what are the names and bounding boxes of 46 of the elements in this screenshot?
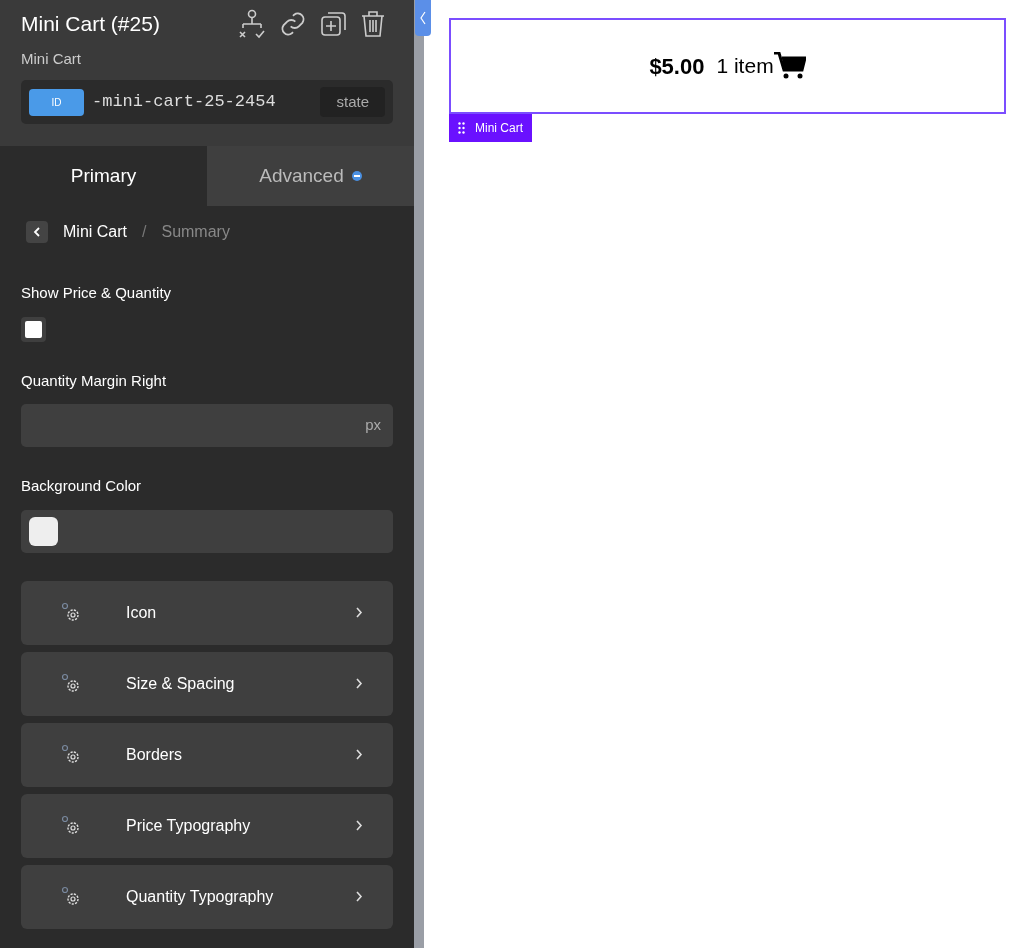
gear-icon <box>61 601 81 624</box>
id-value: -mini-cart-25-2454 <box>92 91 277 114</box>
section-row[interactable]: Size & Spacing <box>21 651 393 716</box>
chevron-right-icon <box>356 607 363 618</box>
gear-icon <box>61 885 81 908</box>
mini-cart-element[interactable]: $5.00 1 item <box>449 18 1006 114</box>
chevron-left-icon <box>33 227 41 237</box>
breadcrumb-link[interactable]: Mini Cart <box>63 220 127 244</box>
field-label: Quantity Margin Right <box>21 370 168 391</box>
color-field[interactable] <box>21 509 393 553</box>
chevron-right-icon <box>356 678 363 689</box>
element-type: Mini Cart <box>21 48 82 69</box>
unit-label: px <box>365 415 381 436</box>
breadcrumb-current: Summary <box>161 222 230 242</box>
cart-price: $5.00 <box>649 52 705 81</box>
id-field[interactable]: ID -mini-cart-25-2454 state <box>21 80 393 124</box>
chevron-right-icon <box>356 891 363 902</box>
section-row[interactable]: Price Typography <box>21 793 393 858</box>
chevron-left-icon <box>420 11 426 25</box>
trash-icon[interactable] <box>361 9 385 38</box>
checkbox[interactable] <box>21 316 46 342</box>
drag-handle-icon <box>458 122 465 134</box>
gear-icon <box>61 814 81 837</box>
section-row[interactable]: Borders <box>21 722 393 787</box>
collapse-handle[interactable] <box>415 0 431 36</box>
cart-quantity: 1 item <box>716 53 774 80</box>
panel-title: Mini Cart (#25) <box>21 11 160 37</box>
color-swatch[interactable] <box>29 516 58 546</box>
cart-icon <box>773 52 806 80</box>
duplicate-icon[interactable] <box>321 10 347 37</box>
element-label-tag[interactable]: Mini Cart <box>449 114 532 142</box>
breadcrumb-separator: / <box>142 222 147 242</box>
minus-icon <box>351 171 362 181</box>
input-field[interactable]: px <box>21 404 393 447</box>
gear-icon <box>61 672 81 695</box>
chevron-right-icon <box>356 820 363 831</box>
field-label: Show Price & Quantity <box>21 283 173 303</box>
section-row[interactable]: Quantity Typography <box>21 864 393 929</box>
gear-icon <box>61 743 81 766</box>
back-button[interactable] <box>26 221 48 243</box>
field-label: Background Color <box>21 476 143 496</box>
state-button[interactable]: state <box>320 87 385 117</box>
section-row[interactable]: Icon <box>21 580 393 645</box>
tab[interactable]: Advanced <box>207 146 414 206</box>
structure-icon[interactable] <box>239 8 265 39</box>
chevron-right-icon <box>356 749 363 760</box>
